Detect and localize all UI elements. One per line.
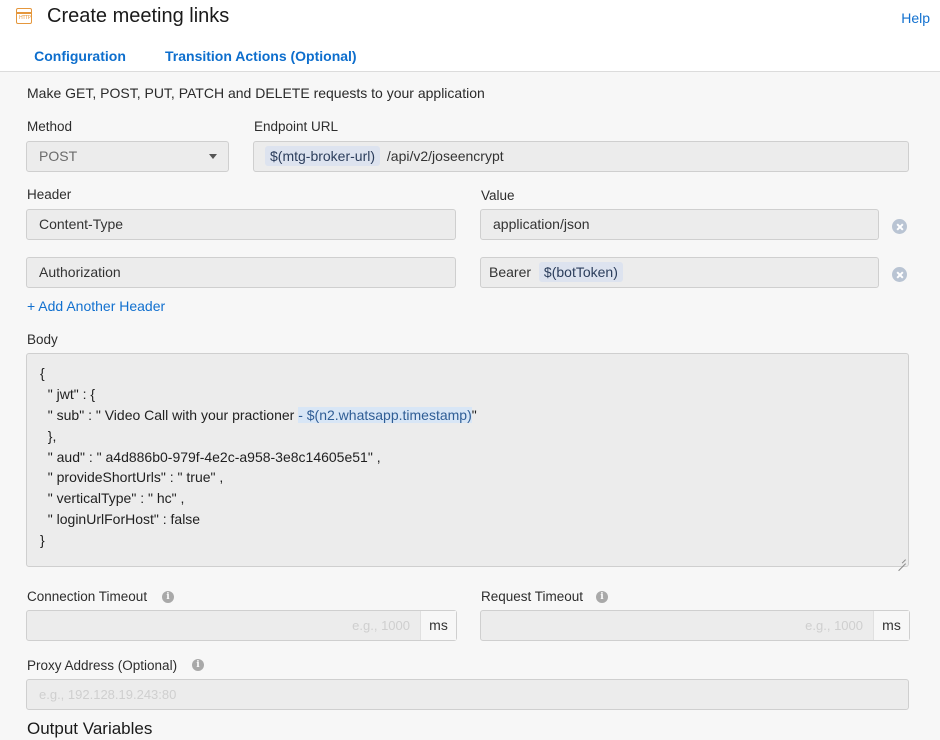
proxy-address-input[interactable]: e.g., 192.128.19.243:80	[26, 679, 909, 710]
body-line: " sub" : " Video Call with your praction…	[40, 405, 908, 426]
body-label: Body	[27, 332, 58, 347]
proxy-address-placeholder: e.g., 192.128.19.243:80	[39, 687, 177, 702]
method-value: POST	[39, 148, 78, 164]
info-icon[interactable]: i	[596, 591, 608, 603]
info-icon[interactable]: i	[162, 591, 174, 603]
header-value-field[interactable]: Bearer $(botToken)	[480, 257, 879, 288]
endpoint-path: /api/v2/joseencrypt	[386, 148, 504, 164]
tab-configuration[interactable]: Configuration	[14, 48, 146, 73]
body-line-text: " sub" : " Video Call with your praction…	[40, 406, 299, 423]
page-header: HTTP Create meeting links Help Configura…	[0, 0, 940, 73]
panel-description: Make GET, POST, PUT, PATCH and DELETE re…	[27, 85, 485, 101]
add-header-link[interactable]: + Add Another Header	[27, 298, 165, 314]
connection-timeout-unit: ms	[420, 611, 456, 640]
body-line: " jwt" : {	[40, 385, 96, 402]
request-timeout-label: Request Timeout	[481, 589, 584, 604]
method-select[interactable]: POST	[26, 141, 229, 172]
body-textarea[interactable]: { " jwt" : { " sub" : " Video Call with …	[26, 353, 909, 567]
connection-timeout-placeholder: e.g., 1000	[352, 618, 410, 633]
header-value-field[interactable]: application/json	[480, 209, 879, 240]
connection-timeout-label: Connection Timeout	[27, 589, 148, 604]
body-variable-highlight: - $(n2.whatsapp.timestamp)	[298, 406, 472, 423]
body-line: },	[40, 427, 57, 444]
header-name-value: Authorization	[39, 264, 121, 280]
body-line: " provideShortUrls" : " true" ,	[40, 469, 224, 486]
proxy-address-label: Proxy Address (Optional)	[27, 658, 178, 673]
method-label: Method	[27, 119, 73, 134]
body-line: " aud" : " a4d886b0-979f-4e2c-a958-3e8c1…	[40, 448, 381, 465]
header-value-variable-chip: $(botToken)	[538, 262, 623, 282]
body-line: " verticalType" : " hc" ,	[40, 490, 185, 507]
connection-timeout-input[interactable]: e.g., 1000 ms	[26, 610, 457, 641]
info-icon[interactable]: i	[192, 659, 204, 671]
request-timeout-unit: ms	[873, 611, 909, 640]
remove-header-icon[interactable]	[892, 267, 907, 282]
header-name-value: Content-Type	[39, 216, 124, 232]
chevron-down-icon	[209, 154, 217, 159]
help-link[interactable]: Help	[901, 10, 930, 26]
configuration-panel: Make GET, POST, PUT, PATCH and DELETE re…	[0, 72, 940, 740]
endpoint-variable-chip: $(mtg-broker-url)	[265, 146, 381, 166]
body-line: {	[40, 365, 45, 381]
output-variables-title: Output Variables	[27, 719, 153, 738]
tab-transition-actions[interactable]: Transition Actions (Optional)	[165, 48, 357, 64]
body-line: }	[40, 532, 45, 549]
header-label: Header	[27, 187, 72, 202]
endpoint-url-field[interactable]: $(mtg-broker-url) /api/v2/joseencrypt	[253, 141, 909, 172]
remove-header-icon[interactable]	[892, 219, 907, 234]
endpoint-url-label: Endpoint URL	[254, 119, 339, 134]
value-label: Value	[481, 188, 515, 203]
header-value-text: application/json	[493, 216, 590, 232]
resize-handle[interactable]	[898, 556, 906, 564]
page-title: Create meeting links	[47, 5, 230, 27]
http-request-icon: HTTP	[16, 8, 32, 24]
request-timeout-input[interactable]: e.g., 1000 ms	[480, 610, 910, 641]
body-line: " loginUrlForHost" : false	[40, 511, 201, 528]
request-timeout-placeholder: e.g., 1000	[805, 618, 863, 633]
header-name-field[interactable]: Authorization	[26, 257, 456, 288]
header-value-text: Bearer	[489, 264, 532, 280]
body-line-suffix: "	[471, 406, 477, 423]
header-name-field[interactable]: Content-Type	[26, 209, 456, 240]
